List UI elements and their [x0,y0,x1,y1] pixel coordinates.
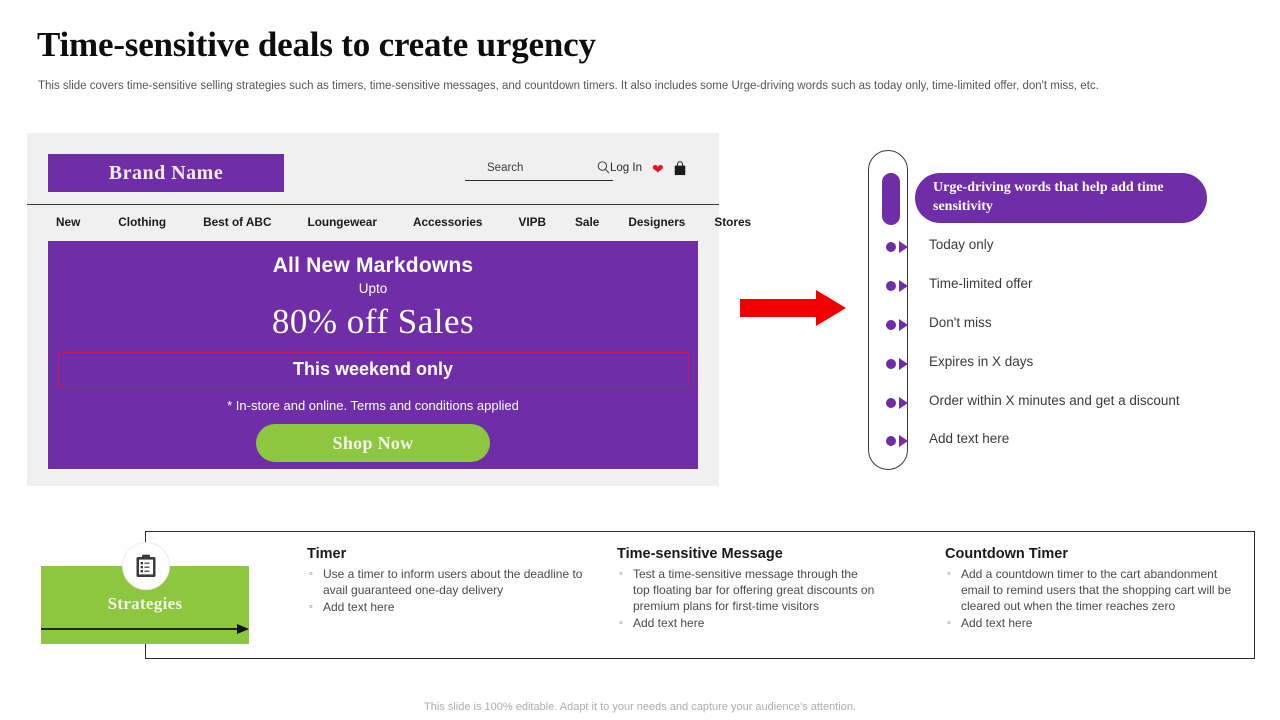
strategies-label: Strategies [107,594,183,613]
strategy-bullet-text: Use a timer to inform users about the de… [323,567,583,597]
nav-item-stores[interactable]: Stores [714,215,751,229]
nav-item-vipb[interactable]: VIPB [519,215,547,229]
bullet-dot-icon [886,242,896,252]
slide-root: Time-sensitive deals to create urgency T… [0,0,1280,720]
nav-item-new[interactable]: New [56,215,80,229]
strategy-bullet: ◦ Use a timer to inform users about the … [307,566,607,598]
heart-icon[interactable]: ❤ [652,162,664,176]
nav-item-designers[interactable]: Designers [628,215,685,229]
triangle-marker-icon [899,358,908,370]
strategy-bullet-text: Add text here [633,616,705,630]
clipboard-icon [136,554,156,577]
banner-urgency-highlight: This weekend only [57,352,689,386]
strategy-column-timer: Timer ◦ Use a timer to inform users abou… [307,546,607,616]
bullet-circle-icon: ◦ [947,617,951,629]
website-nav: New Clothing Best of ABC Loungewear Acce… [27,205,751,239]
triangle-marker-icon [899,280,908,292]
shop-now-button[interactable]: Shop Now [256,424,490,462]
bullet-circle-icon: ◦ [947,568,951,580]
strategy-bullet-text: Add a countdown timer to the cart abando… [961,567,1232,613]
banner-terms: * In-store and online. Terms and conditi… [227,398,519,413]
list-item-label: Order within X minutes and get a discoun… [929,393,1180,408]
nav-item-loungewear[interactable]: Loungewear [307,215,376,229]
nav-item-sale[interactable]: Sale [575,215,599,229]
website-mockup-panel: Brand Name Search New Clothing Best of A… [27,133,751,486]
login-link[interactable]: Log In [610,162,642,174]
triangle-marker-icon [899,435,908,447]
triangle-marker-icon [899,241,908,253]
promo-banner: All New Markdowns Upto 80% off Sales Thi… [48,241,698,469]
page-title: Time-sensitive deals to create urgency [37,25,596,64]
brand-logo: Brand Name [48,154,284,192]
strategy-column-countdown-timer: Countdown Timer ◦ Add a countdown timer … [945,546,1235,632]
bullet-circle-icon: ◦ [309,601,313,613]
strategy-title: Countdown Timer [945,546,1068,562]
banner-headline: All New Markdowns [272,254,474,277]
search-icon[interactable] [596,160,611,175]
list-item-label: Expires in X days [929,354,1034,369]
footer-note: This slide is 100% editable. Adapt it to… [424,701,856,713]
strategy-column-time-sensitive-message: Time-sensitive Message ◦ Test a time-sen… [617,546,877,632]
bullet-dot-icon [886,359,896,369]
search-placeholder: Search [487,161,524,174]
triangle-marker-icon [899,319,908,331]
strategy-bullet: ◦ Add a countdown timer to the cart aban… [945,566,1235,614]
strategy-title: Timer [307,546,347,562]
search-input[interactable]: Search [465,155,613,181]
list-item-label: Don't miss [929,315,992,330]
strategy-bullet-text: Add text here [323,600,395,614]
urge-words-panel: Urge-driving words that help add time se… [860,145,1260,485]
bullet-circle-icon: ◦ [619,568,623,580]
urge-words-badge: Urge-driving words that help add time se… [915,173,1207,223]
bullet-dot-icon [886,398,896,408]
banner-urgency-label: This weekend only [292,358,454,379]
nav-item-accessories[interactable]: Accessories [413,215,483,229]
strategy-bullet-text: Add text here [961,616,1033,630]
strategies-section: Strategies Timer ◦ Use a timer to inform… [0,520,1280,680]
timeline-marker [882,173,900,225]
banner-offer: 80% off Sales [271,302,475,341]
bullet-dot-icon [886,436,896,446]
strategy-bullet-text: Test a time-sensitive message through th… [633,567,875,613]
bullet-dot-icon [886,320,896,330]
strategy-bullet: ◦ Add text here [617,615,877,631]
strategy-title: Time-sensitive Message [617,546,783,562]
shop-now-label: Shop Now [332,432,414,453]
urge-words-badge-label: Urge-driving words that help add time se… [933,180,1164,214]
strategy-bullet: ◦ Add text here [307,599,607,615]
strategy-bullet: ◦ Test a time-sensitive message through … [617,566,877,614]
nav-item-best-of-abc[interactable]: Best of ABC [203,215,271,229]
list-item-label: Add text here [929,431,1010,446]
list-item-label: Time-limited offer [929,276,1033,291]
page-subtitle: This slide covers time-sensitive selling… [38,80,1099,92]
bullet-dot-icon [886,281,896,291]
bullet-circle-icon: ◦ [619,617,623,629]
brand-name-label: Brand Name [108,161,224,184]
list-item-label: Today only [929,237,994,252]
banner-upto-label: Upto [358,281,388,296]
strategies-icon-badge [122,542,170,590]
strategies-arrow-icon [41,624,249,634]
shopping-bag-icon[interactable] [673,161,687,176]
nav-item-clothing[interactable]: Clothing [118,215,166,229]
red-arrow-icon [740,290,846,326]
triangle-marker-icon [899,397,908,409]
strategy-bullet: ◦ Add text here [945,615,1235,631]
bullet-circle-icon: ◦ [309,568,313,580]
